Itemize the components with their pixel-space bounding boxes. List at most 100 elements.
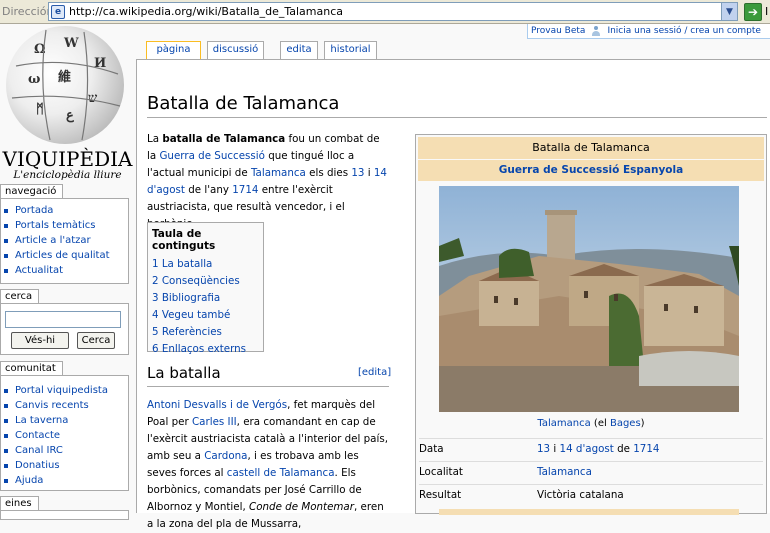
toc-item[interactable]: 3 Bibliografia xyxy=(152,292,220,304)
infobox-row-date: Data 13 i 14 d'agost de 1714 xyxy=(419,438,763,459)
sidebar-item-taverna[interactable]: La taverna xyxy=(1,413,128,428)
text: els dies xyxy=(305,167,352,179)
search-button[interactable]: Cerca xyxy=(77,332,115,349)
tab-edit[interactable]: edita xyxy=(280,41,318,59)
link-14-august[interactable]: 14 d'agost xyxy=(560,443,614,455)
url-text: http://ca.wikipedia.org/wiki/Batalla_de_… xyxy=(69,5,344,18)
sidebar-item-portada[interactable]: Portada xyxy=(1,203,128,218)
sidebar-item-random[interactable]: Article a l'atzar xyxy=(1,233,128,248)
sidebar-item-donations[interactable]: Donatius xyxy=(1,458,128,473)
sidebar-item-quality[interactable]: Articles de qualitat xyxy=(1,248,128,263)
italic-title: Conde de Montemar xyxy=(249,501,354,513)
link-castell-talamanca[interactable]: castell de Talamanca xyxy=(227,467,335,479)
sidebar-item-label[interactable]: Contacte xyxy=(15,430,60,441)
toc-item[interactable]: 6 Enllaços externs xyxy=(152,343,246,355)
tagline: L'enciclopèdia lliure xyxy=(13,169,122,181)
sidebar-item-label[interactable]: Articles de qualitat xyxy=(15,250,110,261)
wordmark: VIQUIPÈDIA xyxy=(2,147,133,171)
tools-heading: eines xyxy=(0,496,39,510)
table-of-contents: Taula de continguts 1 La batalla 2 Conse… xyxy=(147,222,264,355)
sidebar-item-recent-changes[interactable]: Canvis recents xyxy=(1,398,128,413)
section-edit-link[interactable]: [edita] xyxy=(358,367,391,378)
text: i xyxy=(550,443,560,455)
sidebar-item-help[interactable]: Ajuda xyxy=(1,473,128,488)
sidebar-item-label[interactable]: Article a l'atzar xyxy=(15,235,91,246)
sidebar-item-portal-viquipedista[interactable]: Portal viquipedista xyxy=(1,383,128,398)
try-beta-link[interactable]: Provau Beta xyxy=(528,26,591,36)
link-guerra-successio-espanyola[interactable]: Guerra de Successió Espanyola xyxy=(499,164,683,176)
sidebar-item-current[interactable]: Actualitat xyxy=(1,263,128,278)
search-heading: cerca xyxy=(0,289,40,303)
address-label: Dirección xyxy=(2,5,54,18)
toc-item[interactable]: 2 Conseqüències xyxy=(152,275,240,287)
tab-page[interactable]: pàgina xyxy=(146,41,201,60)
link-cardona[interactable]: Cardona xyxy=(204,450,247,462)
sidebar-item-label[interactable]: La taverna xyxy=(15,415,68,426)
site-logo[interactable]: Ω W И ω 維 ש ᛗ ع VIQUIPÈDIA L'enciclopèdi… xyxy=(0,26,135,184)
text: i xyxy=(364,167,374,179)
navigation-heading: navegació xyxy=(0,184,64,198)
text: de l'any xyxy=(184,184,233,196)
community-heading: comunitat xyxy=(0,361,63,375)
search-input[interactable] xyxy=(5,311,121,328)
link-1714[interactable]: 1714 xyxy=(232,184,258,196)
login-link[interactable]: Inicia una sessió / crea un compte xyxy=(607,26,760,36)
chevron-down-icon[interactable]: ▼ xyxy=(721,3,737,20)
infobox-row-location: Localitat Talamanca xyxy=(419,461,763,482)
caption-link-talamanca[interactable]: Talamanca xyxy=(537,418,590,429)
link-guerra-successio[interactable]: Guerra de Successió xyxy=(159,150,264,162)
sidebar-item-label[interactable]: Canvis recents xyxy=(15,400,89,411)
sidebar-item-label[interactable]: Actualitat xyxy=(15,265,63,276)
row-label: Data xyxy=(419,443,444,455)
link-1714[interactable]: 1714 xyxy=(633,443,659,455)
photo-caption: Talamanca (el Bages) xyxy=(416,418,766,429)
link-talamanca[interactable]: Talamanca xyxy=(537,466,592,478)
toc-title: Taula de continguts xyxy=(152,228,216,252)
puzzle-lines xyxy=(11,29,121,141)
text: (el xyxy=(590,418,610,429)
sidebar-item-label[interactable]: Donatius xyxy=(15,460,60,471)
go-button[interactable]: Vés-hi xyxy=(11,332,69,349)
toc-item[interactable]: 4 Vegeu també xyxy=(152,309,230,321)
infobox-subtitle: Guerra de Successió Espanyola xyxy=(418,160,764,181)
castle-photo[interactable] xyxy=(439,186,739,412)
row-value: 13 i 14 d'agost de 1714 xyxy=(537,439,659,460)
sidebar-item-label[interactable]: Portal viquipedista xyxy=(15,385,108,396)
sidebar-item-irc[interactable]: Canal IRC xyxy=(1,443,128,458)
sidebar-item-label[interactable]: Portals temàtics xyxy=(15,220,95,231)
caption-link-bages[interactable]: Bages xyxy=(610,418,641,429)
sidebar-item-label[interactable]: Portada xyxy=(15,205,53,216)
text: La xyxy=(147,133,163,145)
link-carles-iii[interactable]: Carles III xyxy=(192,416,237,428)
sidebar-item-contact[interactable]: Contacte xyxy=(1,428,128,443)
user-icon xyxy=(591,26,601,36)
sidebar-item-label[interactable]: Canal IRC xyxy=(15,445,63,456)
sidebar-item-label[interactable]: Ajuda xyxy=(15,475,43,486)
link-13[interactable]: 13 xyxy=(537,443,550,455)
link-talamanca[interactable]: Talamanca xyxy=(251,167,306,179)
puzzle-globe-icon: Ω W И ω 維 ש ᛗ ع xyxy=(6,26,124,144)
infobox-row-result: Resultat Victòria catalana xyxy=(419,484,763,505)
row-value: Talamanca xyxy=(537,462,592,483)
link-antoni-desvalls[interactable]: Antoni Desvalls i de Vergós xyxy=(147,399,287,411)
section-divider xyxy=(147,386,389,387)
castle-illustration xyxy=(439,186,739,412)
infobox-next-header xyxy=(439,509,739,515)
tab-discussion[interactable]: discussió xyxy=(207,41,264,59)
tab-history[interactable]: historial xyxy=(324,41,377,59)
text: de xyxy=(613,443,634,455)
sidebar-item-portals[interactable]: Portals temàtics xyxy=(1,218,128,233)
url-input[interactable]: e http://ca.wikipedia.org/wiki/Batalla_d… xyxy=(48,2,738,21)
address-bar: Dirección e http://ca.wikipedia.org/wiki… xyxy=(0,0,770,24)
bold-term: batalla de Talamanca xyxy=(162,133,286,145)
page-title: Batalla de Talamanca xyxy=(147,93,340,114)
toc-item[interactable]: 1 La batalla xyxy=(152,258,212,270)
toc-item[interactable]: 5 Referències xyxy=(152,326,222,338)
title-divider xyxy=(147,117,767,118)
row-label: Localitat xyxy=(419,466,463,478)
row-label: Resultat xyxy=(419,489,462,501)
link-day-13[interactable]: 13 xyxy=(351,167,364,179)
section-heading: La batalla xyxy=(147,364,221,382)
go-label[interactable]: I xyxy=(765,5,768,18)
go-arrow-icon[interactable]: ➔ xyxy=(744,2,762,21)
